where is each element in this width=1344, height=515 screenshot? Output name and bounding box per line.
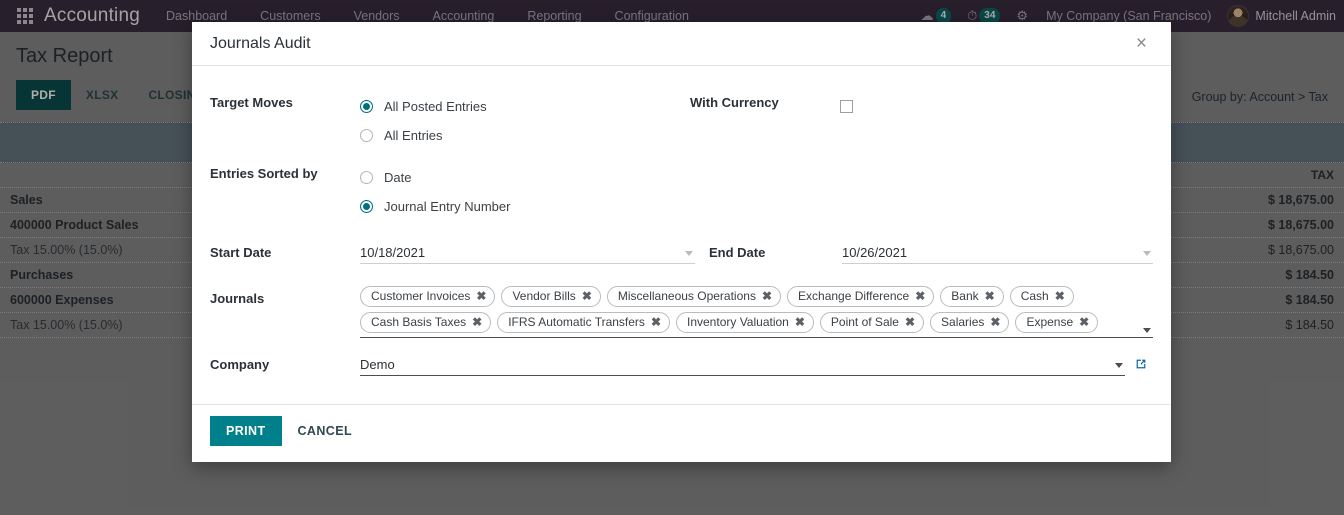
entries-sorted-group: Entries Sorted by Date Journal Entry Num…	[210, 159, 690, 225]
row-company: Company Demo	[210, 350, 1153, 380]
remove-tag-icon[interactable]: ✖	[990, 314, 1000, 330]
journal-tag[interactable]: Salaries ✖	[930, 312, 1010, 333]
remove-tag-icon[interactable]: ✖	[582, 288, 592, 304]
close-icon[interactable]: ×	[1132, 32, 1151, 55]
external-link-icon[interactable]	[1125, 357, 1153, 373]
radio-label: Date	[384, 170, 412, 185]
with-currency-checkbox[interactable]	[840, 100, 853, 113]
radio-sort-date[interactable]: Date	[360, 163, 690, 192]
journal-tag[interactable]: Bank ✖	[940, 286, 1004, 307]
journal-tag-label: Vendor Bills	[512, 289, 576, 303]
journals-audit-dialog: Journals Audit × Target Moves All Posted…	[192, 22, 1171, 462]
journal-tag[interactable]: Exchange Difference ✖	[787, 286, 935, 307]
radio-label: All Entries	[384, 128, 443, 143]
journal-tag-label: Point of Sale	[830, 315, 899, 329]
with-currency-group: With Currency	[690, 88, 1153, 154]
entries-sorted-by-label: Entries Sorted by	[210, 166, 318, 181]
journal-tag-label: IFRS Automatic Transfers	[508, 315, 645, 329]
with-currency-label: With Currency	[690, 95, 779, 110]
journal-tag[interactable]: Customer Invoices ✖	[360, 286, 496, 307]
dialog-title: Journals Audit	[210, 34, 311, 52]
remove-tag-icon[interactable]: ✖	[905, 314, 915, 330]
journal-tag-label: Exchange Difference	[798, 289, 910, 303]
remove-tag-icon[interactable]: ✖	[476, 288, 486, 304]
company-select[interactable]: Demo	[360, 354, 1125, 376]
journal-tag[interactable]: Cash ✖	[1009, 286, 1074, 307]
radio-icon[interactable]	[360, 129, 373, 142]
end-date-input[interactable]: 10/26/2021	[842, 242, 1153, 264]
journal-tag[interactable]: Expense ✖	[1015, 312, 1099, 333]
journal-tag-label: Inventory Valuation	[687, 315, 789, 329]
start-date-label: Start Date	[210, 245, 272, 260]
entries-sorted-right-spacer	[690, 159, 1153, 225]
remove-tag-icon[interactable]: ✖	[915, 288, 925, 304]
radio-label: Journal Entry Number	[384, 199, 511, 214]
radio-sort-journal-entry-number[interactable]: Journal Entry Number	[360, 192, 690, 221]
journal-tag-label: Miscellaneous Operations	[617, 289, 756, 303]
end-date-label: End Date	[709, 245, 766, 260]
cancel-button[interactable]: CANCEL	[282, 416, 368, 446]
dialog-body: Target Moves All Posted Entries All Entr…	[192, 66, 1171, 404]
dialog-footer: PRINT CANCEL	[192, 404, 1171, 462]
with-currency-line	[840, 92, 1153, 121]
radio-icon-selected[interactable]	[360, 200, 373, 213]
remove-tag-icon[interactable]: ✖	[1079, 314, 1089, 330]
entries-sorted-options: Date Journal Entry Number	[360, 159, 690, 225]
journal-tag[interactable]: Point of Sale ✖	[819, 312, 925, 333]
journal-tag-label: Bank	[951, 289, 979, 303]
end-date-value: 10/26/2021	[842, 245, 908, 260]
target-moves-group: Target Moves All Posted Entries All Entr…	[210, 88, 690, 154]
remove-tag-icon[interactable]: ✖	[1055, 288, 1065, 304]
chevron-down-icon[interactable]	[1143, 328, 1151, 333]
target-moves-options: All Posted Entries All Entries	[360, 88, 690, 154]
journal-tag-label: Salaries	[941, 315, 985, 329]
journal-tag[interactable]: Cash Basis Taxes ✖	[360, 312, 492, 333]
remove-tag-icon[interactable]: ✖	[762, 288, 772, 304]
with-currency-control	[840, 88, 1153, 154]
journals-tag-list: Customer Invoices ✖ Vendor Bills ✖ Miscell…	[360, 284, 1135, 333]
remove-tag-icon[interactable]: ✖	[795, 314, 805, 330]
journal-tag-label: Cash	[1020, 289, 1049, 303]
dialog-header: Journals Audit ×	[192, 22, 1171, 66]
chevron-down-icon[interactable]	[1115, 362, 1123, 368]
remove-tag-icon[interactable]: ✖	[651, 314, 661, 330]
journal-tag[interactable]: Miscellaneous Operations ✖	[606, 286, 782, 307]
row-journals: Journals Customer Invoices ✖ Vendor Bills…	[210, 284, 1153, 338]
radio-all-entries[interactable]: All Entries	[360, 121, 690, 150]
radio-icon[interactable]	[360, 171, 373, 184]
journal-tag[interactable]: Vendor Bills ✖	[501, 286, 601, 307]
remove-tag-icon[interactable]: ✖	[472, 314, 482, 330]
company-label: Company	[210, 357, 270, 372]
target-moves-label: Target Moves	[210, 95, 293, 110]
journal-tag[interactable]: IFRS Automatic Transfers ✖	[497, 312, 670, 333]
chevron-down-icon[interactable]	[685, 250, 693, 256]
row-entries-sorted-by: Entries Sorted by Date Journal Entry Num…	[210, 159, 1153, 225]
journal-tag-label: Cash Basis Taxes	[371, 315, 467, 329]
radio-label: All Posted Entries	[384, 99, 487, 114]
start-date-input[interactable]: 10/18/2021	[360, 242, 695, 264]
print-button[interactable]: PRINT	[210, 416, 282, 446]
company-value: Demo	[360, 357, 395, 372]
journals-tag-input[interactable]: Customer Invoices ✖ Vendor Bills ✖ Miscell…	[360, 284, 1153, 338]
radio-icon-selected[interactable]	[360, 100, 373, 113]
journal-tag[interactable]: Inventory Valuation ✖	[676, 312, 814, 333]
radio-all-posted-entries[interactable]: All Posted Entries	[360, 92, 690, 121]
start-date-value: 10/18/2021	[360, 245, 426, 260]
journals-label: Journals	[210, 291, 265, 306]
row-dates: Start Date 10/18/2021 End Date 10/26/202…	[210, 238, 1153, 268]
journal-tag-label: Customer Invoices	[371, 289, 471, 303]
journal-tag-label: Expense	[1026, 315, 1074, 329]
chevron-down-icon[interactable]	[1143, 250, 1151, 256]
row-target-moves: Target Moves All Posted Entries All Entr…	[210, 88, 1153, 154]
remove-tag-icon[interactable]: ✖	[985, 288, 995, 304]
